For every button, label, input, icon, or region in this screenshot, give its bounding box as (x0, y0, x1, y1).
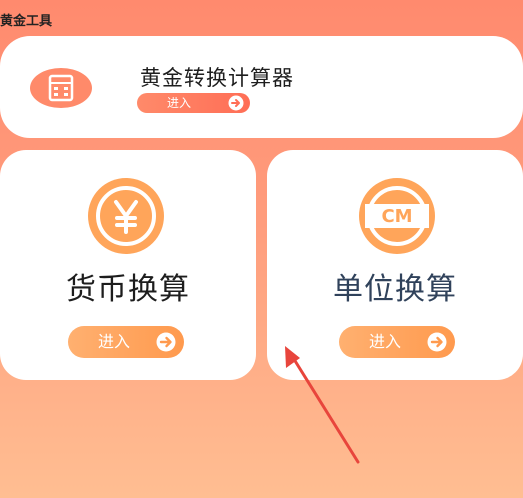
currency-conversion-title: 货币换算 (66, 272, 190, 307)
arrow-right-icon (228, 95, 244, 111)
unit-conversion-card[interactable]: CM 单位换算 进入 (267, 150, 523, 380)
arrow-right-icon (156, 332, 176, 352)
currency-conversion-card[interactable]: 货币换算 进入 (0, 150, 256, 380)
cm-ruler-icon: CM (359, 178, 435, 254)
enter-button-label: 进入 (167, 96, 192, 110)
gold-converter-title: 黄金转换计算器 (140, 66, 294, 90)
gold-converter-card[interactable]: 黄金转换计算器 进入 (0, 36, 523, 138)
arrow-right-icon (427, 332, 447, 352)
enter-button-label: 进入 (369, 332, 402, 351)
app-title: 黄金工具 (0, 14, 53, 29)
gold-converter-enter-button[interactable]: 进入 (137, 93, 250, 113)
currency-enter-button[interactable]: 进入 (68, 326, 184, 358)
cm-icon-text: CM (381, 206, 412, 227)
unit-conversion-title: 单位换算 (333, 272, 457, 307)
enter-button-label: 进入 (98, 332, 131, 351)
unit-enter-button[interactable]: 进入 (339, 326, 455, 358)
calculator-icon (30, 68, 92, 108)
yen-icon (88, 178, 164, 254)
